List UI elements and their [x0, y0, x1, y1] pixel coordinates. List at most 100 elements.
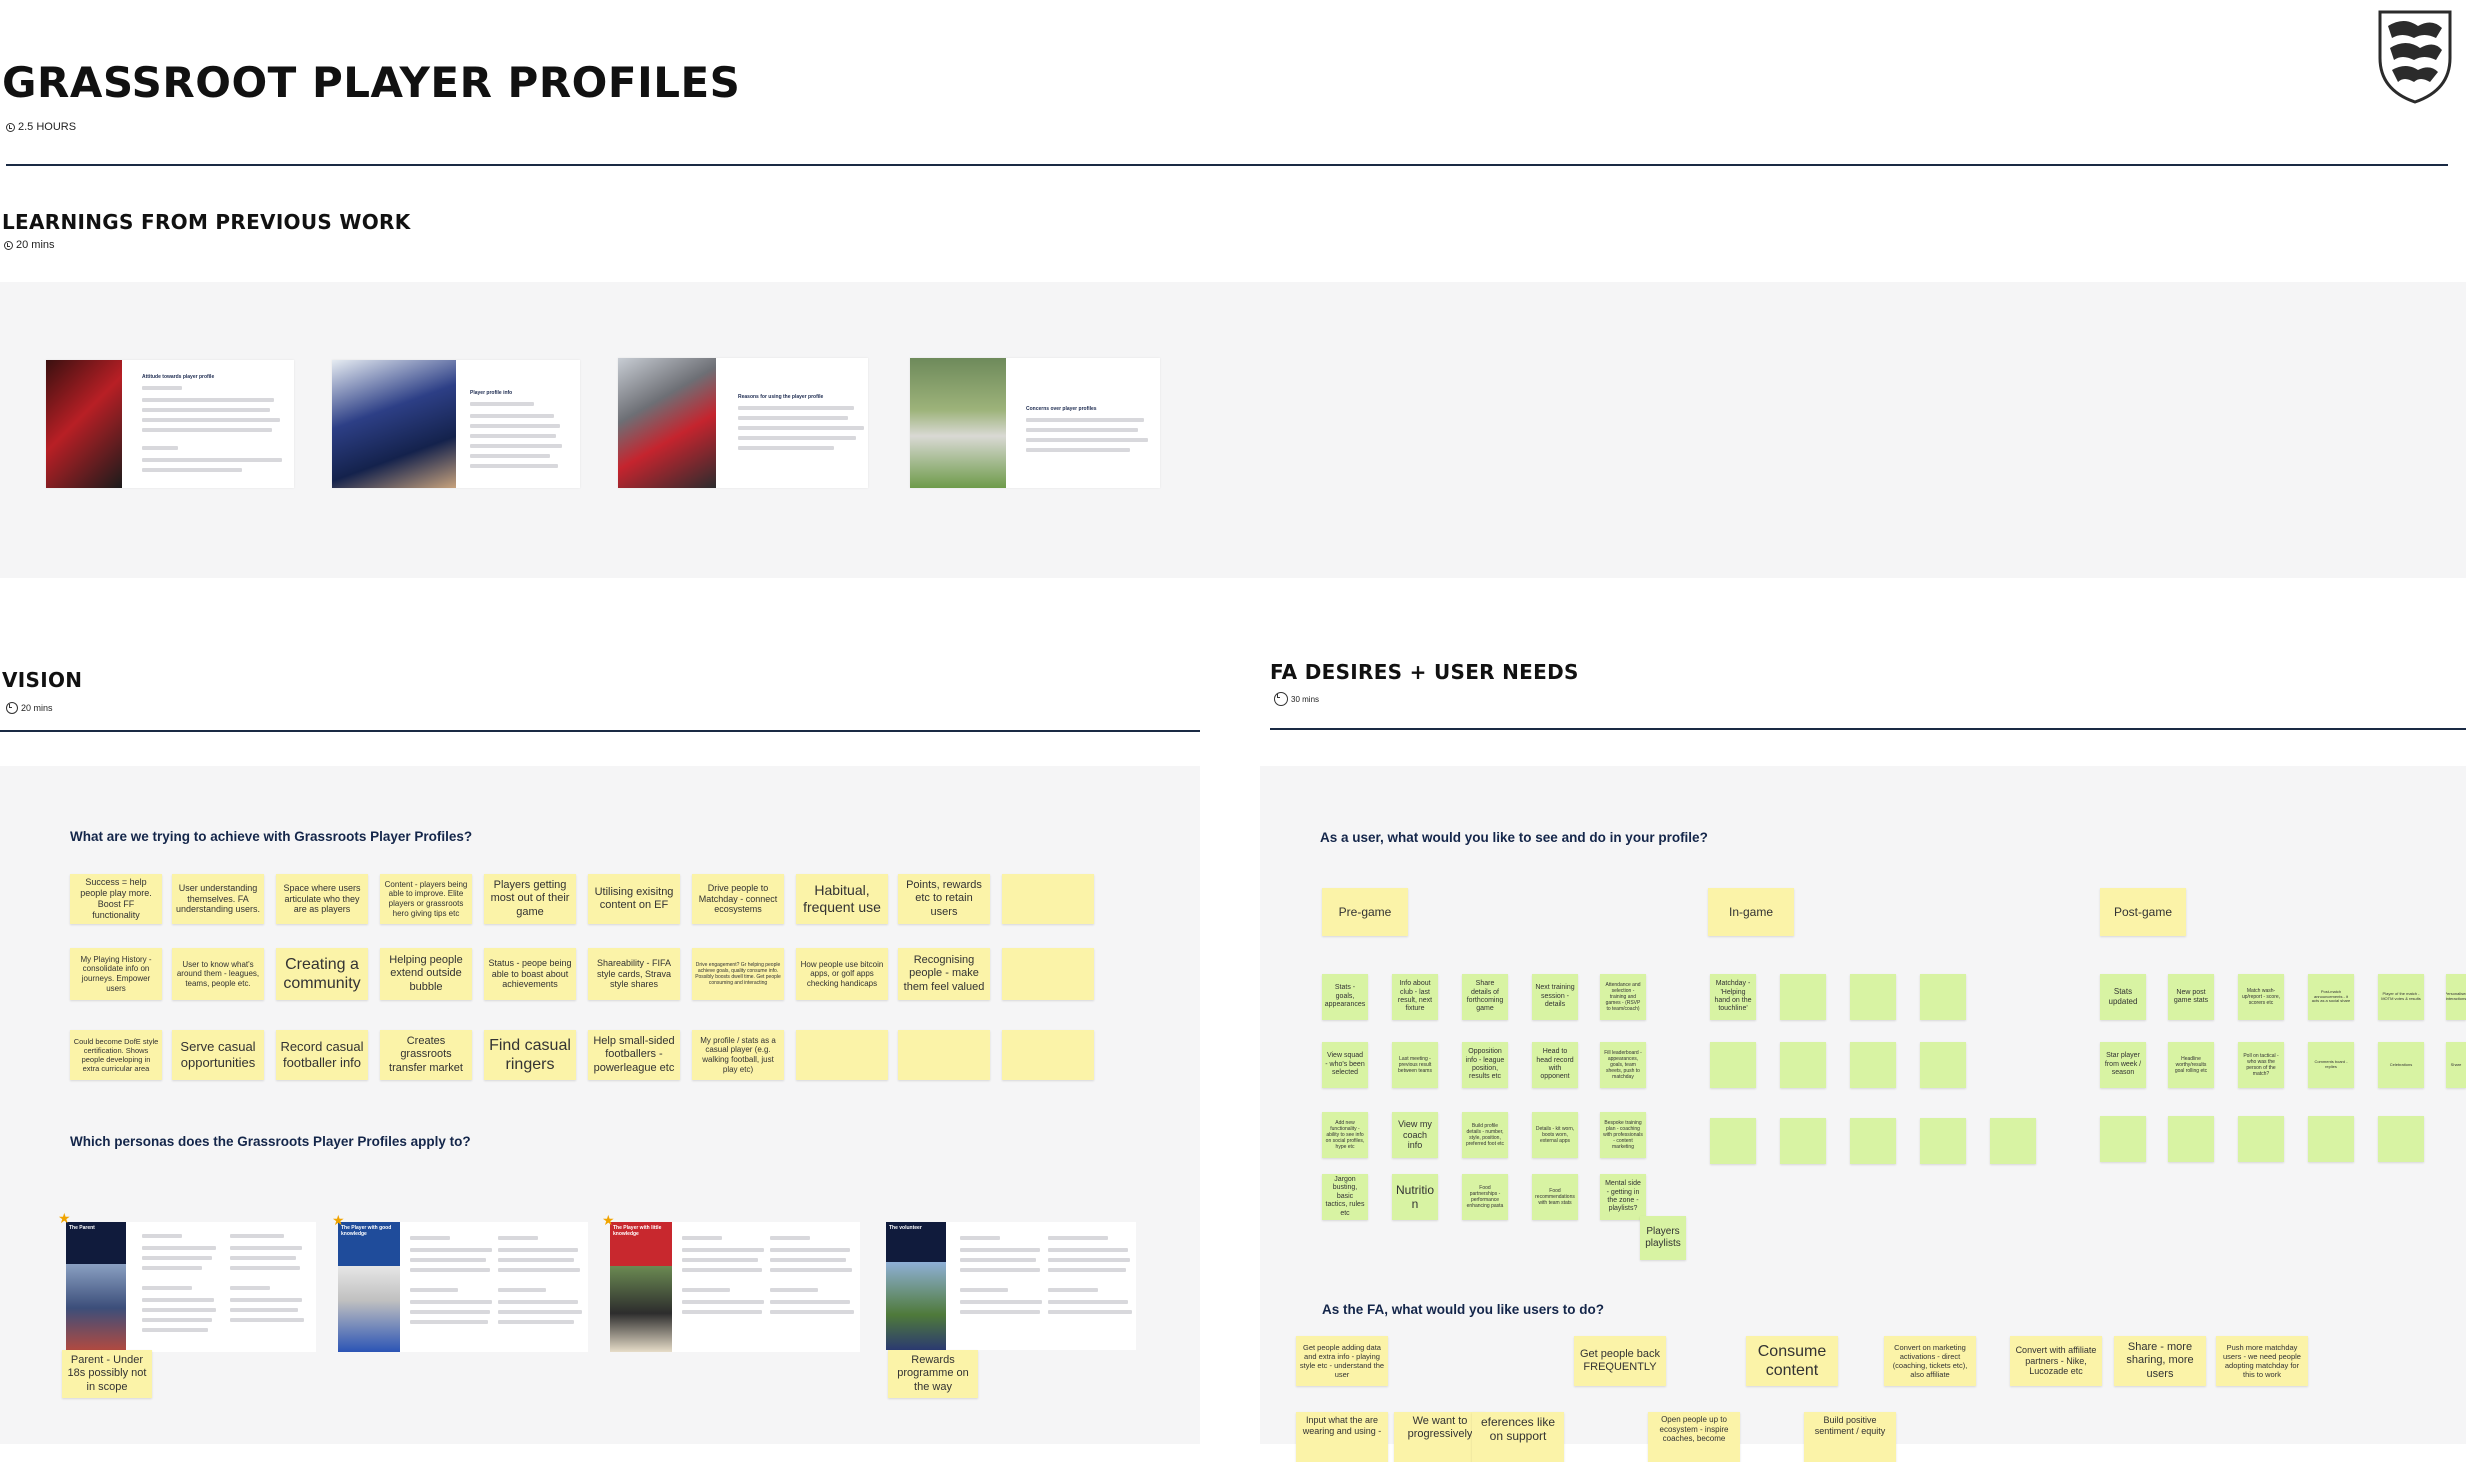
sticky-note[interactable]: Food partnerships - performance enhancin… — [1462, 1174, 1508, 1220]
sticky-note[interactable]: Drive people to Matchday - connect ecosy… — [692, 874, 784, 924]
sticky-note[interactable]: Player of the match - MOTM votes & resul… — [2378, 974, 2424, 1020]
sticky-note[interactable]: My profile / stats as a casual player (e… — [692, 1030, 784, 1080]
sticky-note[interactable] — [1780, 974, 1826, 1020]
sticky-note[interactable]: Match wash-up/report - score, scorers et… — [2238, 974, 2284, 1020]
sticky-note[interactable]: Players playlists — [1640, 1216, 1686, 1260]
sticky-note[interactable] — [2308, 1116, 2354, 1162]
sticky-note[interactable]: Head to head record with opponent — [1532, 1042, 1578, 1088]
sticky-note[interactable] — [1002, 874, 1094, 924]
sticky-note[interactable]: Jargon busting, basic tactics, rules etc — [1322, 1174, 1368, 1220]
sticky-note[interactable]: User to know what's around them - league… — [172, 948, 264, 1000]
sticky-note[interactable] — [1850, 1042, 1896, 1088]
sticky-note[interactable]: Habitual, frequent use — [796, 874, 888, 924]
sticky-note[interactable] — [1920, 974, 1966, 1020]
sticky-note[interactable]: View squad - who's been selected — [1322, 1042, 1368, 1088]
learning-card[interactable]: Attitude towards player profile — [46, 360, 294, 488]
sticky-note[interactable] — [1710, 1118, 1756, 1164]
sticky-note[interactable]: User understanding themselves. FA unders… — [172, 874, 264, 924]
sticky-note[interactable] — [1990, 1118, 2036, 1164]
sticky-note[interactable]: Utilising exisitng content on EF — [588, 874, 680, 924]
sticky-note[interactable] — [1850, 974, 1896, 1020]
sticky-note[interactable] — [2238, 1116, 2284, 1162]
sticky-note[interactable] — [1920, 1042, 1966, 1088]
sticky-note[interactable]: Players getting most out of their game — [484, 874, 576, 924]
sticky-note[interactable]: Info about club - last result, next fixt… — [1392, 974, 1438, 1020]
section-header-pregame[interactable]: Pre-game — [1322, 888, 1408, 936]
sticky-note[interactable] — [2168, 1116, 2214, 1162]
sticky-note[interactable] — [2100, 1116, 2146, 1162]
sticky-note[interactable]: Recognising people - make them feel valu… — [898, 948, 990, 1000]
sticky-note[interactable]: Post-match announcements - it acts as a … — [2308, 974, 2354, 1020]
sticky-note[interactable]: Record casual footballer info — [276, 1030, 368, 1080]
sticky-note[interactable]: Convert on marketing activations - direc… — [1884, 1336, 1976, 1386]
sticky-note[interactable] — [1002, 948, 1094, 1000]
sticky-note[interactable]: Matchday - 'Helping hand on the touchlin… — [1710, 974, 1756, 1020]
sticky-note[interactable]: Last meeting - previous result between t… — [1392, 1042, 1438, 1088]
sticky-note[interactable]: Success = help people play more. Boost F… — [70, 874, 162, 924]
sticky-note[interactable]: Share details of forthcoming game — [1462, 974, 1508, 1020]
sticky-note[interactable]: New post game stats — [2168, 974, 2214, 1020]
sticky-note[interactable]: View my coach info — [1392, 1112, 1438, 1158]
sticky-note[interactable] — [1710, 1042, 1756, 1088]
sticky-note[interactable]: Add new functionality - ability to see i… — [1322, 1112, 1368, 1158]
sticky-note[interactable]: Food recommendations with team stats — [1532, 1174, 1578, 1220]
sticky-note[interactable] — [1920, 1118, 1966, 1164]
sticky-note[interactable]: Poll on tactical - who was the person of… — [2238, 1042, 2284, 1088]
sticky-note[interactable]: Opposition info - league position, resul… — [1462, 1042, 1508, 1088]
sticky-note[interactable] — [1780, 1118, 1826, 1164]
sticky-note[interactable]: Parent - Under 18s possibly not in scope — [62, 1350, 152, 1398]
sticky-note[interactable]: Content - players being able to improve.… — [380, 874, 472, 924]
sticky-note[interactable]: Fill leaderboard - appearances, goals, t… — [1600, 1042, 1646, 1088]
sticky-note[interactable]: Shareability - FIFA style cards, Strava … — [588, 948, 680, 1000]
sticky-note[interactable]: Push more matchday users - we need peopl… — [2216, 1336, 2308, 1386]
sticky-note[interactable]: Helping people extend outside bubble — [380, 948, 472, 1000]
sticky-note[interactable]: My Playing History - consolidate info on… — [70, 948, 162, 1000]
section-header-ingame[interactable]: In-game — [1708, 888, 1794, 936]
sticky-note[interactable]: Share — [2446, 1042, 2466, 1088]
learning-card[interactable]: Concerns over player profiles — [910, 358, 1160, 488]
sticky-note[interactable]: Drive engagement? Gr helping people achi… — [692, 948, 784, 1000]
sticky-note[interactable]: Help small-sided footballers - powerleag… — [588, 1030, 680, 1080]
sticky-note[interactable]: Headline worthy/results goal rolling etc — [2168, 1042, 2214, 1088]
sticky-note[interactable] — [2378, 1116, 2424, 1162]
sticky-note[interactable]: Stats updated — [2100, 974, 2146, 1020]
sticky-note[interactable]: Get people adding data and extra info - … — [1296, 1336, 1388, 1386]
sticky-note[interactable]: Build profile details - number, style, p… — [1462, 1112, 1508, 1158]
sticky-note[interactable]: Stats - goals, appearances — [1322, 974, 1368, 1020]
sticky-note[interactable]: Space where users articulate who they ar… — [276, 874, 368, 924]
sticky-note[interactable]: Creating a community — [276, 948, 368, 1000]
sticky-note[interactable] — [1780, 1042, 1826, 1088]
sticky-note[interactable]: Open people up to ecosystem - inspire co… — [1648, 1412, 1740, 1462]
sticky-note[interactable]: Share - more sharing, more users — [2114, 1336, 2206, 1386]
section-header-postgame[interactable]: Post-game — [2100, 888, 2186, 936]
sticky-note[interactable]: Mental side - getting in the zone - play… — [1600, 1174, 1646, 1220]
sticky-note[interactable]: Comments board - replies — [2308, 1042, 2354, 1088]
sticky-note[interactable]: Points, rewards etc to retain users — [898, 874, 990, 924]
persona-card[interactable]: The volunteer — [886, 1222, 1136, 1350]
sticky-note[interactable]: Input what the are wearing and using - — [1296, 1412, 1388, 1462]
sticky-note[interactable]: Consume content — [1746, 1336, 1838, 1386]
sticky-note[interactable]: Attendance and selection - training and … — [1600, 974, 1646, 1020]
sticky-note[interactable]: Could become DofE style certification. S… — [70, 1030, 162, 1080]
sticky-note[interactable]: Status - peope being able to boast about… — [484, 948, 576, 1000]
persona-card[interactable]: The Player with good knowledge — [338, 1222, 588, 1352]
persona-card[interactable]: The Player with little knowledge — [610, 1222, 860, 1352]
sticky-note[interactable]: Convert with affiliate partners - Nike, … — [2010, 1336, 2102, 1386]
sticky-note[interactable]: Nutrition — [1392, 1174, 1438, 1220]
sticky-note[interactable]: Bespoke training plan - coaching with pr… — [1600, 1112, 1646, 1158]
sticky-note[interactable]: Details - kit worn, boots worn, external… — [1532, 1112, 1578, 1158]
sticky-note[interactable]: Personalised interactions — [2446, 974, 2466, 1020]
sticky-note[interactable]: Get people back FREQUENTLY — [1574, 1336, 1666, 1386]
sticky-note[interactable]: Celebrations — [2378, 1042, 2424, 1088]
sticky-note[interactable]: Rewards programme on the way — [888, 1350, 978, 1398]
sticky-note[interactable]: Serve casual opportunities — [172, 1030, 264, 1080]
sticky-note[interactable] — [898, 1030, 990, 1080]
sticky-note[interactable]: eferences like on support — [1472, 1412, 1564, 1462]
sticky-note[interactable] — [796, 1030, 888, 1080]
sticky-note[interactable]: How people use bitcoin apps, or golf app… — [796, 948, 888, 1000]
sticky-note[interactable]: Find casual ringers — [484, 1030, 576, 1080]
sticky-note[interactable]: Star player from week / season — [2100, 1042, 2146, 1088]
learning-card[interactable]: Reasons for using the player profile — [618, 358, 868, 488]
sticky-note[interactable]: Next training session - details — [1532, 974, 1578, 1020]
persona-card[interactable]: The Parent — [66, 1222, 316, 1352]
